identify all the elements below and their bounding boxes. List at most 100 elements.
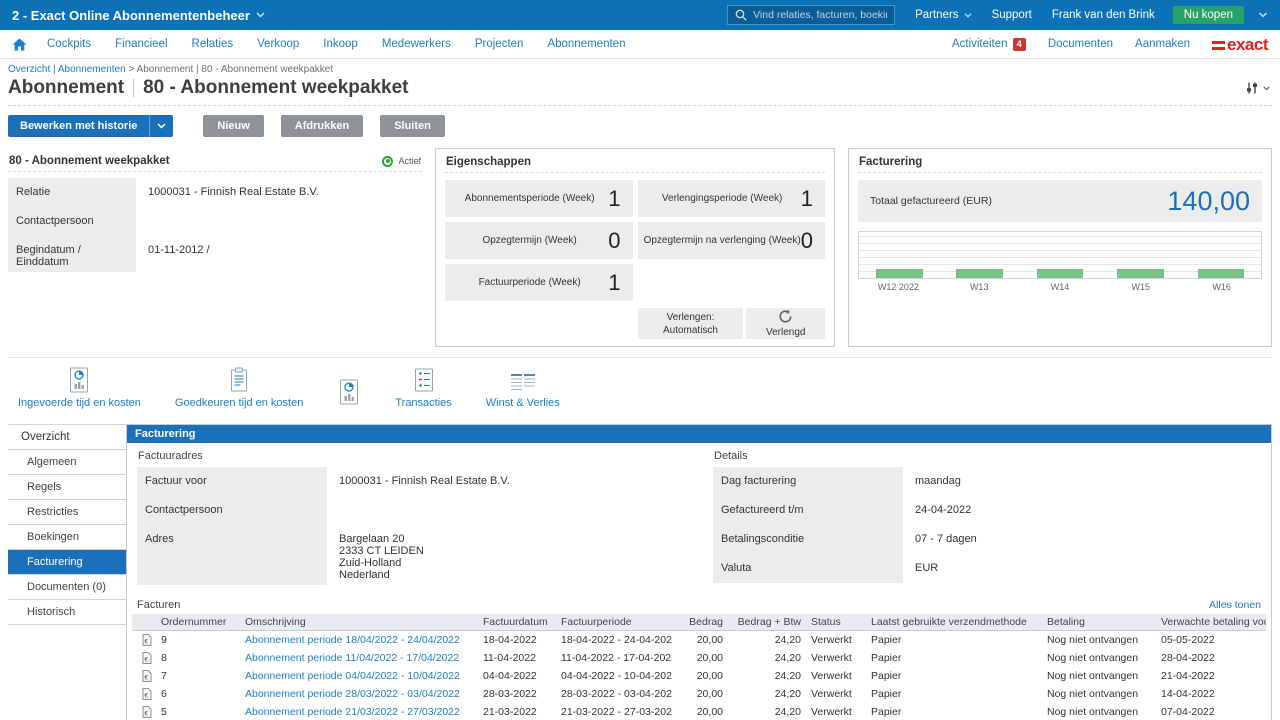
invoice-document-icon[interactable]: € [132,706,158,718]
sidebar-item[interactable]: Facturering [8,550,126,575]
create-link[interactable]: Aanmaken [1135,38,1190,50]
sidebar-item[interactable]: Historisch [8,600,126,625]
status-badge: Actief [382,156,421,167]
nav-item[interactable]: Projecten [475,38,524,50]
activities-link[interactable]: Activiteiten 4 [952,38,1026,51]
nav-items: Cockpits Financieel Relaties Verkoop Inkoop M… [47,38,625,50]
field-row: Contactpersoon [137,496,699,525]
edit-dropdown-caret[interactable] [149,115,173,137]
field-row: Valuta EUR [713,554,1261,583]
app-title-menu[interactable]: 2 - Exact Online Abonnementenbeheer [12,8,265,23]
cell-bedrag-btw: 24,20 [730,706,808,718]
cell-omschrijving-link[interactable]: Abonnement periode 18/04/2022 - 24/04/20… [242,634,480,646]
partners-menu[interactable]: Partners [915,9,971,21]
quicklink-goedkeuren-tijd[interactable]: Goedkeuren tijd en kosten [175,367,303,409]
quicklink-ingevoerde-tijd[interactable]: Ingevoerde tijd en kosten [18,367,141,409]
quicklink-winst-verlies[interactable]: Winst & Verlies [486,371,560,409]
column-header: Factuurdatum [480,616,558,628]
cell-ordernummer: 6 [158,688,242,700]
summary-row: Contactpersoon [8,207,422,236]
user-menu[interactable]: Frank van den Brink [1052,9,1155,21]
property-label: Verlengingsperiode (Week) [644,193,801,204]
field-label: Contactpersoon [8,207,136,236]
summary-row: Begindatum / Einddatum 01-11-2012 / [8,236,422,272]
cell-omschrijving-link[interactable]: Abonnement periode 04/04/2022 - 10/04/20… [242,670,480,682]
summary-row: Relatie 1000031 - Finnish Real Estate B.… [8,178,422,207]
svg-text:€: € [144,692,148,699]
toolbar: Bewerken met historie Nieuw Afdrukken Sl… [8,115,1272,137]
invoice-document-icon[interactable]: € [132,652,158,664]
cell-verwachte-betaling: 05-05-2022 [1158,634,1266,646]
sidebar-items: Algemeen Regels Restricties Boekingen Fa… [8,450,126,625]
nav-right: Activiteiten 4 Documenten Aanmaken exact [952,36,1268,53]
nav-item[interactable]: Financieel [115,38,167,50]
invoice-document-icon[interactable]: € [132,634,158,646]
cell-omschrijving-link[interactable]: Abonnement periode 21/03/2022 - 27/03/20… [242,706,480,718]
buy-now-button[interactable]: Nu kopen [1173,6,1244,24]
activities-badge: 4 [1013,38,1026,51]
sidebar-item-overzicht[interactable]: Overzicht [8,424,126,450]
nav-item[interactable]: Medewerkers [382,38,451,50]
sidebar-item[interactable]: Boekingen [8,525,126,550]
sidebar-item[interactable]: Algemeen [8,450,126,475]
sidebar-item[interactable]: Regels [8,475,126,500]
billing-header: Facturering [858,154,1262,173]
column-header: Bedrag + Btw [730,616,808,628]
sidebar-item[interactable]: Documenten (0) [8,575,126,600]
billing-panel: Facturering Totaal gefactureerd (EUR) 14… [848,148,1272,347]
renewed-button[interactable]: Verlengd [746,308,825,339]
chevron-down-icon [1263,86,1270,91]
close-button[interactable]: Sluiten [380,115,445,137]
new-button[interactable]: Nieuw [203,115,263,137]
cell-ordernummer: 8 [158,652,242,664]
global-search[interactable] [727,5,895,25]
factuuradres-column: Factuuradres Factuur voor 1000031 - Finn… [137,445,699,585]
customize-button[interactable] [1243,79,1272,97]
nav-item[interactable]: Verkoop [257,38,299,50]
svg-text:€: € [144,710,148,717]
cell-factuurdatum: 18-04-2022 [480,634,558,646]
column-header: Status [808,616,868,628]
nav-item[interactable]: Cockpits [47,38,91,50]
invoice-document-icon[interactable]: € [132,688,158,700]
field-value: maandag [903,467,973,496]
invoice-document-icon[interactable]: € [132,670,158,682]
home-icon [12,38,27,51]
topbar-chevron-down-icon[interactable] [1258,12,1268,18]
documents-link[interactable]: Documenten [1048,38,1113,50]
invoices-table-body: € 9 Abonnement periode 18/04/2022 - 24/0… [132,631,1266,720]
nav-item[interactable]: Relaties [192,38,234,50]
property-cell: Opzegtermijn na verlenging (Week) 0 [638,222,826,259]
invoice-row: € 8 Abonnement periode 11/04/2022 - 17/0… [132,649,1266,667]
column-header: Verwachte betaling voor [1158,616,1266,628]
home-button[interactable] [12,38,27,51]
breadcrumb-link[interactable]: Overzicht | Abonnementen [8,64,126,75]
property-label: Opzegtermijn (Week) [451,235,608,246]
print-button[interactable]: Afdrukken [281,115,363,137]
cell-omschrijving-link[interactable]: Abonnement periode 11/04/2022 - 17/04/20… [242,652,480,664]
cell-factuurperiode: 04-04-2022 - 10-04-2022 [558,670,672,682]
cell-bedrag-btw: 24,20 [730,634,808,646]
quicklink-realisaties[interactable] [337,379,361,409]
nav-item[interactable]: Inkoop [323,38,358,50]
chart-x-label: W15 [1100,282,1181,292]
edit-with-history-button[interactable]: Bewerken met historie [8,115,173,137]
chart-bar-slot [939,232,1019,278]
property-value: 0 [801,228,813,254]
breadcrumb-current: > Abonnement | 80 - Abonnement weekpakke… [128,64,333,75]
property-cell: Factuurperiode (Week) 1 [445,264,633,301]
invoice-row: € 5 Abonnement periode 21/03/2022 - 27/0… [132,703,1266,720]
svg-text:€: € [144,674,148,681]
nav-item[interactable]: Abonnementen [547,38,625,50]
support-link[interactable]: Support [992,9,1032,21]
field-value: 1000031 - Finnish Real Estate B.V. [327,467,522,496]
field-label: Dag facturering [713,467,903,496]
chevron-down-icon [964,13,972,18]
cell-omschrijving-link[interactable]: Abonnement periode 28/03/2022 - 03/04/20… [242,688,480,700]
show-all-link[interactable]: Alles tonen [1209,599,1261,611]
search-input[interactable] [753,9,887,21]
cell-betaling: Nog niet ontvangen [1044,688,1158,700]
sidebar-item[interactable]: Restricties [8,500,126,525]
column-header: Omschrijving [242,616,480,628]
quicklink-transacties[interactable]: Transacties [395,367,451,409]
